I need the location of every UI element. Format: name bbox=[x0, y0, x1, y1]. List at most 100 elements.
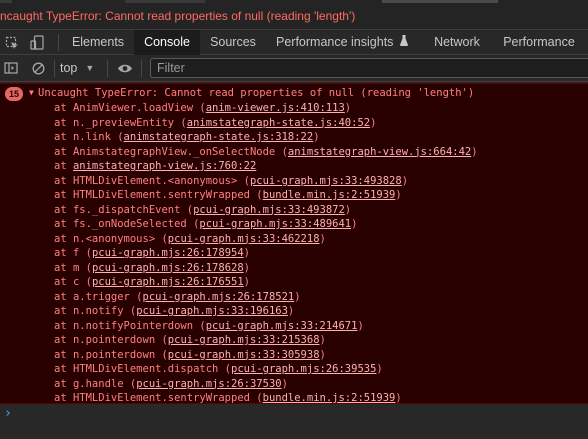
stack-frame: at fs._dispatchEvent (pcui-graph.mjs:33:… bbox=[54, 203, 478, 218]
source-link[interactable]: pcui-graph.mjs:33:493828 bbox=[250, 175, 402, 187]
stack-frame-function: at n._previewEntity ( bbox=[54, 116, 187, 129]
stack-frame-close: ) bbox=[344, 102, 352, 114]
stack-frame-function: at n.pointerdown ( bbox=[54, 348, 168, 361]
toolbar-divider bbox=[54, 60, 55, 77]
source-link[interactable]: pcui-graph.mjs:26:37530 bbox=[136, 378, 281, 390]
stack-frame: at m (pcui-graph.mjs:26:178628) bbox=[54, 261, 478, 276]
console-prompt[interactable]: › bbox=[0, 404, 588, 439]
error-count-badge: 15 bbox=[5, 87, 23, 101]
stack-frame-function: at n.<anonymous> ( bbox=[54, 232, 168, 245]
stack-frame: at n.notify (pcui-graph.mjs:33:196163) bbox=[54, 304, 478, 319]
error-message-text: Uncaught TypeError: Cannot read properti… bbox=[38, 87, 475, 99]
tab-network[interactable]: Network bbox=[426, 30, 488, 55]
source-link[interactable]: pcui-graph.mjs:33:214671 bbox=[206, 320, 358, 332]
source-link[interactable]: animstategraph-state.js:40:52 bbox=[187, 117, 370, 129]
stack-frame: at a.trigger (pcui-graph.mjs:26:178521) bbox=[54, 290, 478, 305]
clear-console-icon[interactable] bbox=[27, 55, 49, 81]
stack-frame: at g.handle (pcui-graph.mjs:26:37530) bbox=[54, 377, 478, 392]
tab-performance[interactable]: Performance bbox=[498, 30, 580, 55]
stack-frame-close: ) bbox=[395, 189, 402, 201]
stack-frame-function: at AnimViewer.loadView ( bbox=[54, 102, 206, 114]
tab-performance-insights[interactable]: Performance insights bbox=[270, 30, 408, 55]
chevron-down-icon: ▼ bbox=[85, 63, 95, 73]
source-link[interactable]: bundle.min.js:2:51939 bbox=[263, 189, 396, 201]
tab-console[interactable]: Console bbox=[134, 30, 200, 55]
stack-frame-function: at a.trigger ( bbox=[54, 290, 143, 303]
console-toolbar: top ▼ bbox=[0, 55, 588, 82]
filter-input[interactable] bbox=[150, 58, 588, 78]
stack-frame: at n.pointerdown (pcui-graph.mjs:33:2153… bbox=[54, 333, 478, 348]
stack-frame-close: ) bbox=[319, 232, 326, 245]
stack-trace: at AnimViewer.loadView (anim-viewer.js:4… bbox=[54, 101, 478, 406]
stack-frame-close: ) bbox=[370, 116, 377, 129]
source-link[interactable]: pcui-graph.mjs:26:176551 bbox=[92, 276, 244, 288]
stack-frame: at HTMLDivElement.sentryWrapped (bundle.… bbox=[54, 188, 478, 203]
source-link[interactable]: pcui-graph.mjs:26:178954 bbox=[92, 247, 244, 259]
source-link[interactable]: pcui-graph.mjs:26:178628 bbox=[92, 262, 244, 274]
stack-frame: at HTMLDivElement.<anonymous> (pcui-grap… bbox=[54, 174, 478, 189]
stack-frame: at c (pcui-graph.mjs:26:176551) bbox=[54, 275, 478, 290]
stack-frame-close: ) bbox=[243, 247, 250, 259]
inspect-element-icon[interactable] bbox=[0, 30, 24, 55]
toolbar-divider bbox=[107, 60, 108, 77]
tab-elements[interactable]: Elements bbox=[64, 30, 132, 55]
toolbar-divider bbox=[58, 34, 59, 51]
toolbar-divider bbox=[141, 60, 142, 77]
source-link[interactable]: pcui-graph.mjs:33:196163 bbox=[136, 305, 288, 317]
context-select[interactable]: top ▼ bbox=[60, 55, 94, 81]
stack-frame-close: ) bbox=[294, 290, 301, 303]
stack-frame-function: at HTMLDivElement.<anonymous> ( bbox=[54, 174, 250, 187]
device-toolbar-icon[interactable] bbox=[25, 30, 49, 55]
stack-frame-function: at n.link ( bbox=[54, 131, 124, 143]
eye-icon[interactable] bbox=[114, 55, 136, 81]
source-link[interactable]: pcui-graph.mjs:33:215368 bbox=[168, 334, 320, 346]
stack-frame-close: ) bbox=[313, 131, 320, 143]
source-link[interactable]: bundle.min.js:2:51939 bbox=[263, 392, 396, 404]
stack-frame-function: at n.pointerdown ( bbox=[54, 334, 168, 346]
stack-frame-function: at n.notifyPointerdown ( bbox=[54, 319, 206, 332]
source-link[interactable]: anim-viewer.js:410:113 bbox=[206, 102, 345, 114]
stack-frame: at n.notifyPointerdown (pcui-graph.mjs:3… bbox=[54, 319, 478, 334]
prompt-caret-icon: › bbox=[4, 406, 12, 421]
stack-frame-function: at HTMLDivElement.sentryWrapped ( bbox=[54, 392, 263, 404]
stack-frame: at HTMLDivElement.dispatch (pcui-graph.m… bbox=[54, 362, 478, 377]
banner-error-text: ncaught TypeError: Cannot read propertie… bbox=[0, 9, 356, 23]
stack-frame-function: at AnimstategraphView._onSelectNode ( bbox=[54, 145, 288, 158]
error-banner: ncaught TypeError: Cannot read propertie… bbox=[0, 0, 588, 30]
source-link[interactable]: pcui-graph.mjs:33:489641 bbox=[199, 218, 351, 230]
source-link[interactable]: animstategraph-view.js:760:22 bbox=[73, 160, 256, 172]
tab-sources[interactable]: Sources bbox=[202, 30, 264, 55]
stack-frame-close: ) bbox=[357, 319, 364, 332]
source-link[interactable]: pcui-graph.mjs:33:493872 bbox=[193, 204, 345, 216]
devtools-tab-bar: Elements Console Sources Performance ins… bbox=[0, 30, 588, 55]
stack-frame-function: at f ( bbox=[54, 247, 92, 259]
source-link[interactable]: pcui-graph.mjs:26:178521 bbox=[143, 291, 295, 303]
source-link[interactable]: animstategraph-state.js:318:22 bbox=[124, 131, 314, 143]
window-tab-strip bbox=[0, 0, 588, 3]
stack-frame-function: at n.notify ( bbox=[54, 305, 137, 317]
stack-frame: at n._previewEntity (animstategraph-stat… bbox=[54, 116, 478, 131]
flask-icon bbox=[399, 30, 408, 55]
stack-frame: at n.link (animstategraph-state.js:318:2… bbox=[54, 130, 478, 145]
stack-frame-close: ) bbox=[395, 392, 402, 404]
stack-frame: at f (pcui-graph.mjs:26:178954) bbox=[54, 246, 478, 261]
source-link[interactable]: pcui-graph.mjs:33:462218 bbox=[168, 233, 320, 245]
stack-frame-close: ) bbox=[287, 305, 295, 317]
stack-frame-function: at HTMLDivElement.dispatch ( bbox=[54, 363, 232, 375]
source-link[interactable]: pcui-graph.mjs:33:305938 bbox=[168, 349, 320, 361]
tab-performance-insights-label: Performance insights bbox=[276, 35, 394, 49]
stack-frame-close: ) bbox=[243, 276, 250, 288]
expand-triangle-icon[interactable]: ▼ bbox=[29, 88, 34, 97]
stack-frame-function: at HTMLDivElement.sentryWrapped ( bbox=[54, 189, 263, 201]
stack-frame-close: ) bbox=[401, 174, 409, 187]
context-select-value: top bbox=[60, 61, 78, 75]
stack-frame-function: at bbox=[54, 160, 73, 172]
sidebar-toggle-icon[interactable] bbox=[0, 55, 22, 81]
source-link[interactable]: animstategraph-view.js:664:42 bbox=[288, 146, 471, 158]
source-link[interactable]: pcui-graph.mjs:26:39535 bbox=[231, 363, 376, 375]
stack-frame: at AnimViewer.loadView (anim-viewer.js:4… bbox=[54, 101, 478, 116]
stack-frame-close: ) bbox=[376, 363, 383, 375]
stack-frame-function: at fs._onNodeSelected ( bbox=[54, 218, 200, 230]
stack-frame-close: ) bbox=[471, 145, 478, 158]
stack-frame-close: ) bbox=[319, 334, 326, 346]
